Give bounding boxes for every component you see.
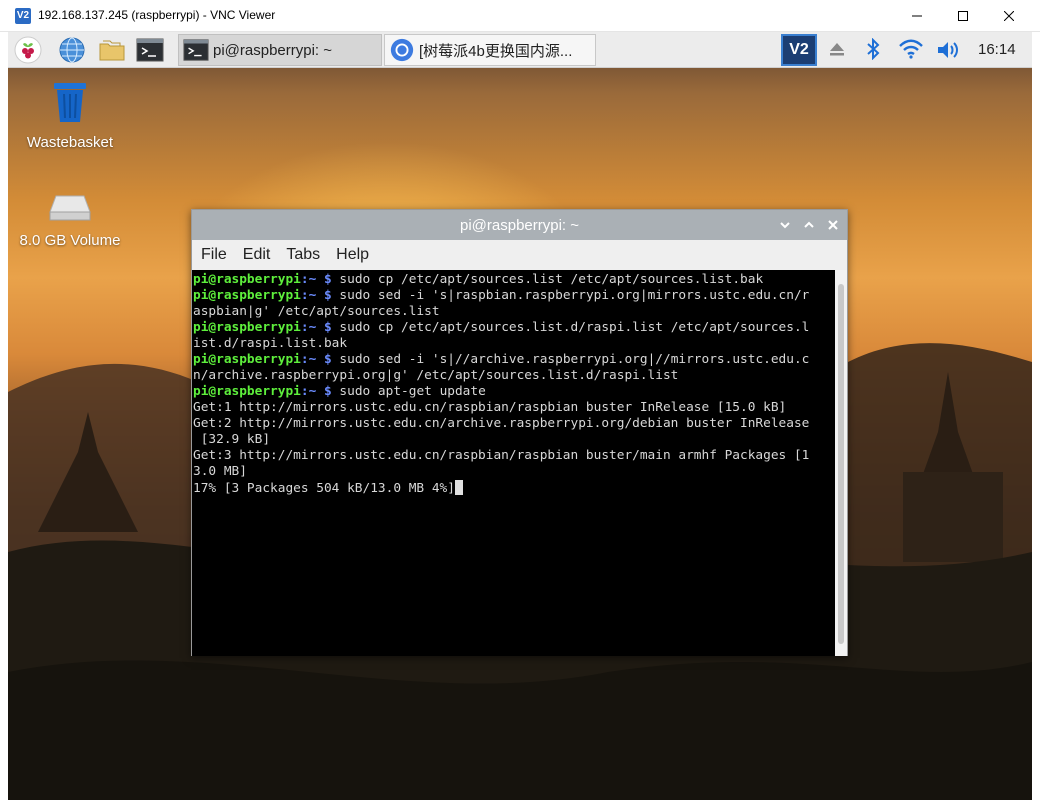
prompt-path: :~ $: [300, 352, 332, 367]
menu-tabs[interactable]: Tabs: [286, 246, 320, 264]
desktop-icon-wastebasket[interactable]: Wastebasket: [10, 80, 130, 151]
output-text: Get:1 http://mirrors.ustc.edu.cn/raspbia…: [193, 400, 787, 415]
prompt-path: :~ $: [300, 288, 332, 303]
vnc-server-tray-icon[interactable]: V2: [781, 34, 817, 66]
chevron-up-icon[interactable]: [802, 218, 816, 232]
close-icon: [1004, 11, 1014, 21]
remote-desktop[interactable]: pi@raspberrypi: ~ [树莓派4b更换国内源... V2 16:1…: [8, 32, 1032, 800]
output-text: Get:2 http://mirrors.ustc.edu.cn/archive…: [193, 416, 810, 431]
terminal-title: pi@raspberrypi: ~: [459, 217, 580, 234]
prompt-path: :~ $: [300, 384, 332, 399]
volume-icon[interactable]: [936, 40, 962, 60]
terminal-window[interactable]: pi@raspberrypi: ~ File Edit Tabs Help pi…: [191, 209, 848, 656]
output-text: aspbian|g' /etc/apt/sources.list: [193, 304, 440, 319]
terminal-icon: [183, 39, 209, 61]
terminal-titlebar[interactable]: pi@raspberrypi: ~: [192, 210, 847, 240]
terminal-cursor: [454, 480, 463, 495]
taskbar-item-label: [树莓派4b更换国内源...: [419, 42, 573, 60]
trash-icon: [54, 83, 86, 122]
taskbar-item-label: pi@raspberrypi: ~: [213, 41, 333, 59]
terminal-line: pi@raspberrypi:~ $ sudo cp /etc/apt/sour…: [193, 272, 834, 288]
raspberry-menu-icon[interactable]: [14, 36, 42, 64]
terminal-line: aspbian|g' /etc/apt/sources.list: [193, 304, 834, 320]
menu-help[interactable]: Help: [336, 246, 369, 264]
drive-icon: [49, 195, 91, 221]
prompt-user: pi@raspberrypi: [193, 352, 301, 367]
desktop-icon-label: Wastebasket: [26, 134, 114, 151]
wifi-icon[interactable]: [898, 39, 924, 59]
terminal-line: Get:3 http://mirrors.ustc.edu.cn/raspbia…: [193, 448, 834, 464]
raspberry-pi-taskbar: pi@raspberrypi: ~ [树莓派4b更换国内源... V2 16:1…: [8, 32, 1032, 68]
scrollbar-thumb[interactable]: [838, 284, 844, 644]
prompt-path: :~ $: [300, 272, 332, 287]
chevron-down-icon[interactable]: [778, 218, 792, 232]
terminal-line: 3.0 MB]: [193, 464, 834, 480]
command-text: sudo cp /etc/apt/sources.list.d/raspi.li…: [331, 320, 810, 335]
terminal-line: ist.d/raspi.list.bak: [193, 336, 834, 352]
maximize-button[interactable]: [940, 0, 986, 32]
minimize-icon: [912, 15, 922, 17]
terminal-line: pi@raspberrypi:~ $ sudo cp /etc/apt/sour…: [193, 320, 834, 336]
command-text: sudo sed -i 's|//archive.raspberrypi.org…: [331, 352, 810, 367]
vnc-viewer-titlebar: V2 192.168.137.245 (raspberrypi) - VNC V…: [0, 0, 1040, 32]
terminal-menubar: File Edit Tabs Help: [192, 240, 847, 270]
chromium-icon: [390, 38, 414, 62]
terminal-line: [32.9 kB]: [193, 432, 834, 448]
clock[interactable]: 16:14: [978, 41, 1016, 58]
terminal-line: pi@raspberrypi:~ $ sudo apt-get update: [193, 384, 834, 400]
terminal-line: pi@raspberrypi:~ $ sudo sed -i 's|raspbi…: [193, 288, 834, 304]
output-text: n/archive.raspberrypi.org|g' /etc/apt/so…: [193, 368, 679, 383]
output-text: ist.d/raspi.list.bak: [193, 336, 348, 351]
window-title: 192.168.137.245 (raspberrypi) - VNC View…: [38, 8, 276, 22]
terminal-line: Get:1 http://mirrors.ustc.edu.cn/raspbia…: [193, 400, 834, 416]
maximize-icon: [958, 11, 968, 21]
output-text: Get:3 http://mirrors.ustc.edu.cn/raspbia…: [193, 448, 810, 463]
desktop-icon-volume[interactable]: 8.0 GB Volume: [10, 192, 130, 249]
minimize-button[interactable]: [894, 0, 940, 32]
prompt-user: pi@raspberrypi: [193, 320, 301, 335]
terminal-line: pi@raspberrypi:~ $ sudo sed -i 's|//arch…: [193, 352, 834, 368]
prompt-user: pi@raspberrypi: [193, 272, 301, 287]
command-text: sudo cp /etc/apt/sources.list /etc/apt/s…: [331, 272, 764, 287]
terminal-icon[interactable]: [136, 36, 164, 64]
output-text: 17% [3 Packages 504 kB/13.0 MB 4%]: [193, 481, 455, 496]
folder-icon[interactable]: [98, 36, 126, 64]
output-text: [32.9 kB]: [193, 432, 271, 447]
output-text: 3.0 MB]: [193, 464, 247, 479]
taskbar-item-browser[interactable]: [树莓派4b更换国内源...: [384, 34, 596, 66]
prompt-user: pi@raspberrypi: [193, 384, 301, 399]
terminal-line: Get:2 http://mirrors.ustc.edu.cn/archive…: [193, 416, 834, 432]
command-text: sudo apt-get update: [331, 384, 486, 399]
close-icon[interactable]: [826, 218, 840, 232]
globe-icon[interactable]: [58, 36, 86, 64]
command-text: sudo sed -i 's|raspbian.raspberrypi.org|…: [331, 288, 810, 303]
menu-file[interactable]: File: [201, 246, 227, 264]
menu-edit[interactable]: Edit: [243, 246, 271, 264]
vnc-viewer-app-icon: V2: [15, 8, 31, 24]
close-button[interactable]: [986, 0, 1032, 32]
taskbar-item-terminal[interactable]: pi@raspberrypi: ~: [178, 34, 382, 66]
eject-icon[interactable]: [828, 40, 846, 58]
prompt-path: :~ $: [300, 320, 332, 335]
desktop-icon-label: 8.0 GB Volume: [19, 232, 121, 249]
terminal-scrollbar[interactable]: [835, 270, 847, 656]
terminal-line: n/archive.raspberrypi.org|g' /etc/apt/so…: [193, 368, 834, 384]
bluetooth-icon[interactable]: [864, 38, 882, 60]
terminal-line: 17% [3 Packages 504 kB/13.0 MB 4%]: [193, 480, 834, 497]
prompt-user: pi@raspberrypi: [193, 288, 301, 303]
terminal-output[interactable]: pi@raspberrypi:~ $ sudo cp /etc/apt/sour…: [192, 270, 835, 656]
